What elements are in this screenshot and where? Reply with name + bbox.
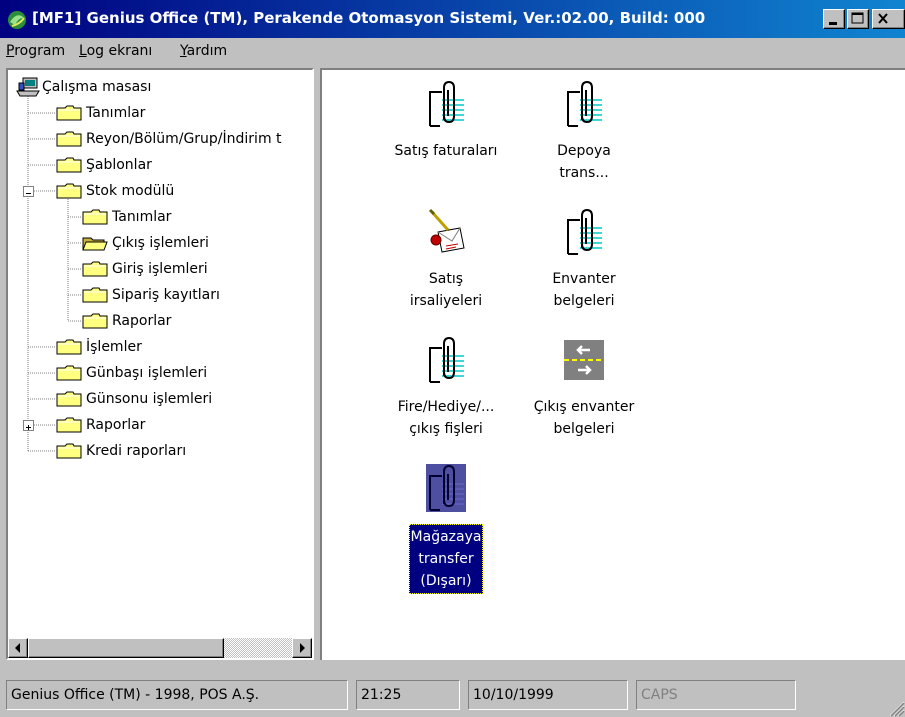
icon-caption: Satış irsaliyeleri xyxy=(382,268,510,312)
icon-caption-text: Satış irsaliyeleri xyxy=(409,271,483,309)
app-logo-icon[interactable] xyxy=(6,9,28,31)
folder-icon xyxy=(82,287,108,303)
folder-icon xyxy=(56,183,82,199)
menu-program[interactable]: Program xyxy=(6,43,65,59)
icon-item[interactable]: Satış irsaliyeleri xyxy=(382,208,510,348)
expand-toggle[interactable] xyxy=(23,420,34,431)
arrow-left-icon xyxy=(15,643,20,653)
desktop-icon xyxy=(16,77,40,97)
icon-item[interactable]: Mağazaya transfer (Dışarı) xyxy=(382,464,510,604)
tree-view[interactable]: Çalışma masası Tanımlar Reyon/Bölüm/Grup/İ… xyxy=(6,68,314,660)
main-window: [MF1] Genius Office (TM), Perakende Otom… xyxy=(0,0,905,717)
tree-item-label: Şablonlar xyxy=(86,157,152,173)
icon-caption: Çıkış envanter belgeleri xyxy=(520,396,648,440)
minimize-button[interactable] xyxy=(823,9,845,29)
status-bar: Genius Office (TM) - 1998, POS A.Ş. 21:2… xyxy=(0,676,905,717)
collapse-toggle[interactable] xyxy=(23,186,34,197)
icon-item[interactable]: Satış faturaları xyxy=(382,80,510,220)
folder-icon xyxy=(56,339,82,355)
maximize-icon xyxy=(851,12,864,24)
icon-caption-text: Fire/Hediye/... çıkış fişleri xyxy=(397,399,495,437)
tree-item-label: Giriş işlemleri xyxy=(112,261,208,277)
close-icon xyxy=(878,13,888,24)
status-company: Genius Office (TM) - 1998, POS A.Ş. xyxy=(6,680,348,710)
paperclip-document-icon xyxy=(426,464,466,512)
scroll-left-button[interactable] xyxy=(8,638,28,658)
folder-icon xyxy=(56,391,82,407)
status-caps: CAPS xyxy=(636,680,796,710)
menu-bar: Program Log ekranı Yardım xyxy=(0,38,905,64)
folder-icon xyxy=(56,131,82,147)
tree-item-label: Stok modülü xyxy=(86,183,175,199)
icon-caption-text: Mağazaya transfer (Dışarı) xyxy=(408,524,484,594)
maximize-button[interactable] xyxy=(847,9,869,29)
tree-item-label: Reyon/Bölüm/Grup/İndirim t xyxy=(86,131,282,147)
tree-item-label: Tanımlar xyxy=(112,209,172,225)
menu-log-ekrani[interactable]: Log ekranı xyxy=(79,43,152,59)
status-date: 10/10/1999 xyxy=(468,680,628,710)
icon-item[interactable]: Fire/Hediye/... çıkış fişleri xyxy=(382,336,510,476)
minimize-icon xyxy=(829,22,837,25)
paperclip-document-icon xyxy=(567,208,602,255)
scroll-right-button[interactable] xyxy=(292,638,312,658)
icon-caption-text: Çıkış envanter belgeleri xyxy=(533,399,635,437)
tree-item-label: Raporlar xyxy=(112,313,172,329)
tree-item-label: Raporlar xyxy=(86,417,146,433)
paperclip-document-icon xyxy=(567,80,602,127)
icon-item[interactable]: Çıkış envanter belgeleri xyxy=(520,336,648,476)
menu-access-key: L xyxy=(79,43,87,59)
folder-icon xyxy=(82,261,108,277)
folder-icon xyxy=(56,105,82,121)
icon-caption: Mağazaya transfer (Dışarı) xyxy=(382,524,510,594)
open-folder-icon xyxy=(82,237,108,251)
menu-access-key: P xyxy=(6,43,15,59)
tree-item-label: Sipariş kayıtları xyxy=(112,287,220,303)
menu-access-key: Y xyxy=(180,43,187,59)
paperclip-document-icon xyxy=(429,336,464,383)
minus-icon xyxy=(26,193,31,194)
road-transfer-arrows-icon xyxy=(564,340,604,380)
close-button[interactable] xyxy=(872,9,905,29)
folder-icon xyxy=(56,157,82,173)
window-title: [MF1] Genius Office (TM), Perakende Otom… xyxy=(32,9,706,27)
tree-item-label: Günbaşı işlemleri xyxy=(86,365,208,381)
icon-item[interactable]: Depoya trans... xyxy=(520,80,648,220)
arrow-right-icon xyxy=(300,643,305,653)
icon-view[interactable]: Satış faturaları Depoya trans... Satış irs… xyxy=(320,68,905,660)
tree-item-label: Çalışma masası xyxy=(42,79,152,95)
icon-caption-text: Depoya trans... xyxy=(557,143,611,181)
icon-caption: Fire/Hediye/... çıkış fişleri xyxy=(382,396,510,440)
icon-item[interactable]: Envanter belgeleri xyxy=(520,208,648,348)
icon-caption: Depoya trans... xyxy=(520,140,648,184)
tree-item-label: Kredi raporları xyxy=(86,443,187,459)
title-bar[interactable]: [MF1] Genius Office (TM), Perakende Otom… xyxy=(0,0,905,38)
folder-icon xyxy=(56,365,82,381)
tree-item-label: Tanımlar xyxy=(86,105,146,121)
menu-yardim[interactable]: Yardım xyxy=(180,43,227,59)
icon-caption-text: Satış faturaları xyxy=(394,143,498,159)
tree-item-label: İşlemler xyxy=(86,339,142,355)
plus-icon xyxy=(26,425,31,430)
icon-caption: Satış faturaları xyxy=(382,140,510,162)
tree-item-label: Günsonu işlemleri xyxy=(86,391,213,407)
resize-grip-icon[interactable] xyxy=(885,697,905,717)
tree-connector-lines xyxy=(27,96,82,452)
signed-letter-icon xyxy=(428,208,465,253)
tree-horizontal-scrollbar[interactable] xyxy=(8,638,312,658)
folder-icon xyxy=(82,313,108,329)
paperclip-document-icon xyxy=(429,80,464,127)
folder-icon xyxy=(82,209,108,225)
icon-caption-text: Envanter belgeleri xyxy=(552,271,616,309)
scroll-thumb[interactable] xyxy=(28,638,224,658)
tree-item-label: Çıkış işlemleri xyxy=(112,235,209,251)
folder-icon xyxy=(56,417,82,433)
status-time: 21:25 xyxy=(356,680,460,710)
folder-icon xyxy=(56,443,82,459)
icon-caption: Envanter belgeleri xyxy=(520,268,648,312)
